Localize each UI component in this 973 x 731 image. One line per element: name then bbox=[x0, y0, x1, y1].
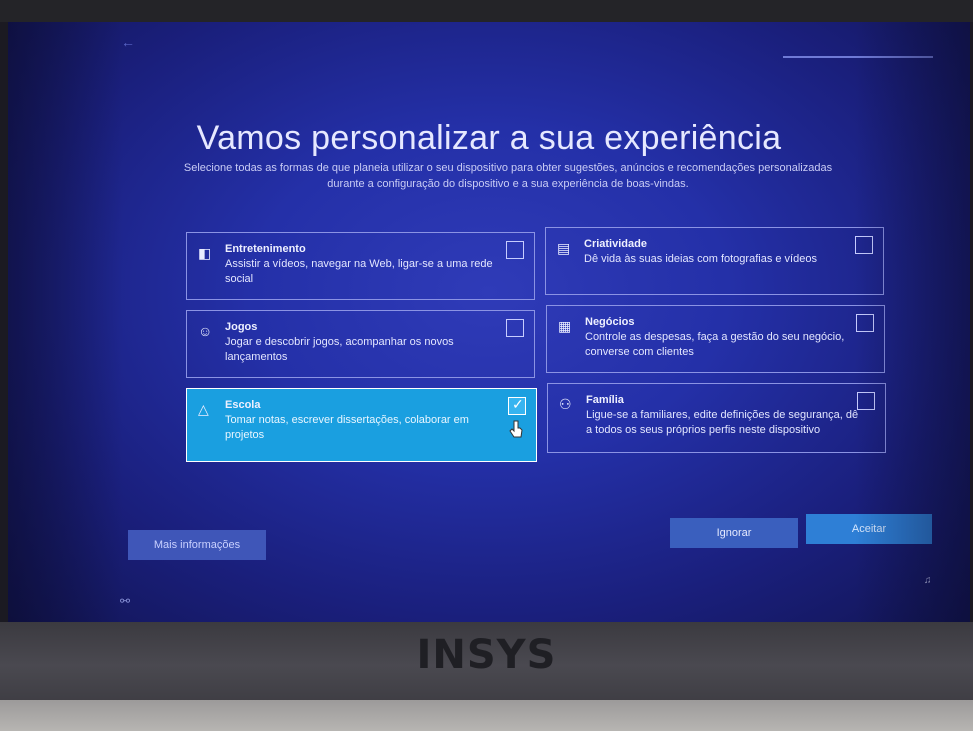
option-desc: Ligue-se a familiares, edite definições … bbox=[586, 409, 859, 436]
gaming-icon: ☺ bbox=[198, 323, 213, 339]
progress-indicator bbox=[783, 56, 933, 58]
option-checkbox[interactable] bbox=[855, 236, 873, 254]
more-info-button[interactable]: Mais informações bbox=[128, 530, 266, 560]
checkmark-icon: ✓ bbox=[512, 396, 524, 412]
option-checkbox[interactable] bbox=[857, 392, 875, 410]
option-name: Negócios bbox=[585, 316, 635, 328]
business-icon: ▦ bbox=[558, 318, 572, 334]
option-card-criatividade[interactable]: ▤ Criatividade Dê vida às suas ideias co… bbox=[545, 227, 884, 295]
page-subtitle: Selecione todas as formas de que planeia… bbox=[158, 160, 858, 192]
option-card-escola[interactable]: △ Escola Tomar notas, escrever dissertaç… bbox=[186, 388, 537, 462]
entertainment-icon: ◧ bbox=[198, 245, 212, 261]
page-title: Vamos personalizar a sua experiência bbox=[196, 119, 782, 157]
brand-logo: INSYS bbox=[416, 632, 557, 678]
option-card-familia[interactable]: ⚇ Família Ligue-se a familiares, edite d… bbox=[547, 383, 886, 453]
option-name: Entretenimento bbox=[225, 243, 306, 255]
option-card-jogos[interactable]: ☺ Jogos Jogar e descobrir jogos, acompan… bbox=[186, 310, 535, 378]
subtitle-line-1: Selecione todas as formas de que planeia… bbox=[183, 162, 833, 174]
option-checkbox[interactable] bbox=[856, 314, 874, 332]
option-desc: Assistir a vídeos, navegar na Web, ligar… bbox=[225, 258, 493, 285]
option-name: Criatividade bbox=[584, 238, 647, 250]
option-name: Escola bbox=[225, 399, 261, 411]
option-checkbox[interactable]: ✓ bbox=[508, 396, 526, 415]
option-checkbox[interactable] bbox=[506, 319, 524, 337]
option-name: Jogos bbox=[225, 321, 258, 333]
option-card-entretenimento[interactable]: ◧ Entretenimento Assistir a vídeos, nave… bbox=[186, 232, 535, 300]
option-checkbox[interactable] bbox=[506, 241, 524, 259]
laptop-keyboard-edge bbox=[0, 700, 973, 731]
oobe-screen: ← Vamos personalizar a sua experiência S… bbox=[8, 22, 970, 622]
subtitle-line-2: durante a configuração do dispositivo e … bbox=[327, 178, 689, 190]
volume-icon[interactable]: ♫ bbox=[924, 575, 932, 586]
back-arrow-icon[interactable]: ← bbox=[121, 34, 135, 50]
family-icon: ⚇ bbox=[559, 396, 572, 412]
option-desc: Dê vida às suas ideias com fotografias e… bbox=[584, 253, 817, 265]
picture-icon: ▤ bbox=[557, 240, 571, 256]
accept-button[interactable]: Aceitar bbox=[806, 514, 932, 544]
graduation-cap-icon: △ bbox=[198, 401, 209, 417]
hand-cursor-icon bbox=[509, 420, 523, 438]
laptop-bezel-top bbox=[0, 0, 973, 22]
option-desc: Tomar notas, escrever dissertações, cola… bbox=[225, 414, 469, 441]
option-card-negocios[interactable]: ▦ Negócios Controle as despesas, faça a … bbox=[546, 305, 885, 373]
option-name: Família bbox=[586, 394, 624, 406]
ease-of-access-icon[interactable]: ⚯ bbox=[120, 594, 130, 608]
option-desc: Controle as despesas, faça a gestão do s… bbox=[585, 331, 845, 358]
skip-button[interactable]: Ignorar bbox=[670, 518, 798, 548]
option-desc: Jogar e descobrir jogos, acompanhar os n… bbox=[225, 336, 454, 363]
